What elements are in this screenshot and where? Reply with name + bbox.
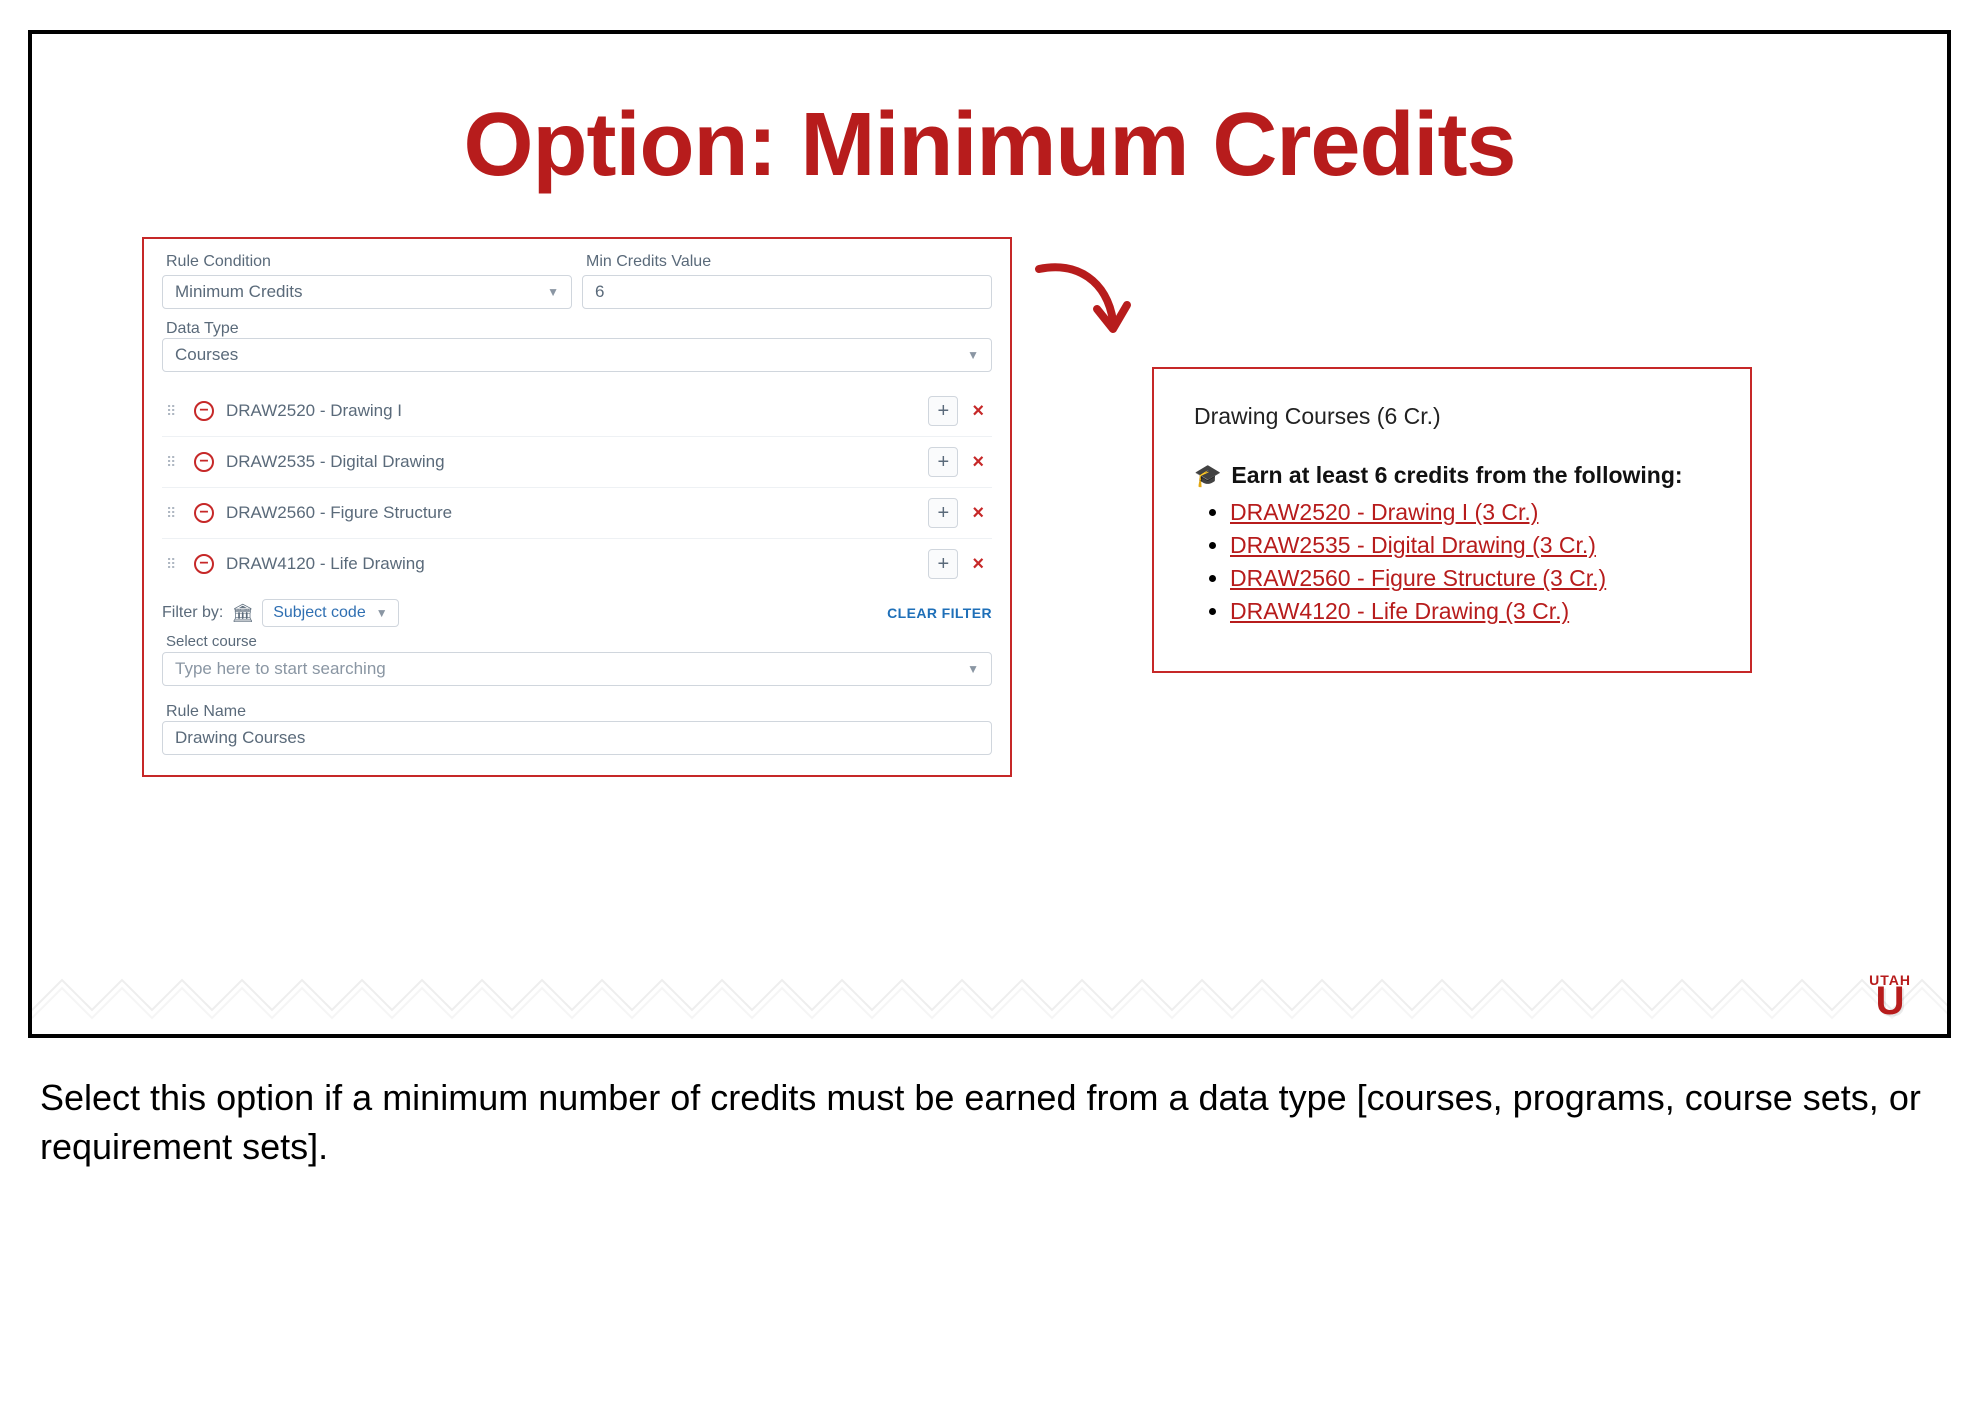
course-text: DRAW4120 - Life Drawing: [226, 554, 928, 574]
chevron-down-icon: ▼: [967, 662, 979, 676]
logo-text-u: U: [1869, 986, 1911, 1016]
course-link[interactable]: DRAW4120 - Life Drawing (3 Cr.): [1230, 598, 1569, 624]
course-row: ⠿ − DRAW2535 - Digital Drawing + ×: [162, 436, 992, 487]
rule-form-panel: Rule Condition Minimum Credits ▼ Min Cre…: [142, 237, 1012, 777]
list-item: DRAW2535 - Digital Drawing (3 Cr.): [1230, 532, 1716, 559]
list-item: DRAW2520 - Drawing I (3 Cr.): [1230, 499, 1716, 526]
slide-title: Option: Minimum Credits: [32, 94, 1947, 197]
course-search-input[interactable]: Type here to start searching ▼: [162, 652, 992, 686]
course-list: ⠿ − DRAW2520 - Drawing I + × ⠿ − DRAW253…: [162, 386, 992, 589]
delete-button[interactable]: ×: [968, 451, 988, 474]
arrow-icon: [1022, 237, 1142, 361]
data-type-select[interactable]: Courses ▼: [162, 338, 992, 372]
rule-condition-label: Rule Condition: [166, 253, 572, 271]
course-row: ⠿ − DRAW4120 - Life Drawing + ×: [162, 538, 992, 589]
list-item: DRAW4120 - Life Drawing (3 Cr.): [1230, 598, 1716, 625]
chevron-down-icon: ▼: [967, 348, 979, 362]
clear-filter-link[interactable]: CLEAR FILTER: [887, 605, 992, 621]
course-link[interactable]: DRAW2520 - Drawing I (3 Cr.): [1230, 499, 1538, 525]
delete-button[interactable]: ×: [968, 400, 988, 423]
remove-icon[interactable]: −: [194, 452, 214, 472]
zigzag-decoration: [32, 960, 1951, 1020]
select-course-label: Select course: [166, 633, 992, 650]
course-text: DRAW2520 - Drawing I: [226, 401, 928, 421]
slide-caption: Select this option if a minimum number o…: [40, 1074, 1939, 1171]
preview-course-list: DRAW2520 - Drawing I (3 Cr.) DRAW2535 - …: [1230, 499, 1716, 625]
rule-condition-value: Minimum Credits: [175, 282, 303, 302]
course-search-placeholder: Type here to start searching: [175, 659, 386, 679]
course-link[interactable]: DRAW2535 - Digital Drawing (3 Cr.): [1230, 532, 1596, 558]
data-type-value: Courses: [175, 345, 238, 365]
course-text: DRAW2560 - Figure Structure: [226, 503, 928, 523]
graduation-cap-icon: 🎓: [1194, 463, 1221, 489]
min-credits-label: Min Credits Value: [586, 253, 992, 271]
chevron-down-icon: ▼: [376, 606, 388, 620]
remove-icon[interactable]: −: [194, 554, 214, 574]
preview-panel: Drawing Courses (6 Cr.) 🎓 Earn at least …: [1152, 367, 1752, 673]
rule-condition-select[interactable]: Minimum Credits ▼: [162, 275, 572, 309]
add-button[interactable]: +: [928, 447, 958, 477]
institution-icon: 🏛: [231, 603, 254, 624]
drag-handle-icon[interactable]: ⠿: [166, 403, 184, 420]
add-button[interactable]: +: [928, 549, 958, 579]
course-row: ⠿ − DRAW2520 - Drawing I + ×: [162, 386, 992, 436]
delete-button[interactable]: ×: [968, 502, 988, 525]
rule-name-value: Drawing Courses: [175, 728, 305, 747]
min-credits-value: 6: [595, 282, 604, 301]
drag-handle-icon[interactable]: ⠿: [166, 556, 184, 573]
filter-by-label: Filter by:: [162, 604, 223, 622]
data-type-label: Data Type: [166, 320, 239, 337]
filter-type-value: Subject code: [273, 604, 366, 622]
remove-icon[interactable]: −: [194, 503, 214, 523]
slide: Option: Minimum Credits Rule Condition M…: [28, 30, 1951, 1038]
add-button[interactable]: +: [928, 396, 958, 426]
chevron-down-icon: ▼: [547, 285, 559, 299]
course-text: DRAW2535 - Digital Drawing: [226, 452, 928, 472]
content-row: Rule Condition Minimum Credits ▼ Min Cre…: [32, 237, 1947, 777]
preview-heading-text: Earn at least 6 credits from the followi…: [1231, 462, 1682, 489]
remove-icon[interactable]: −: [194, 401, 214, 421]
utah-logo: UTAH U: [1869, 972, 1911, 1016]
list-item: DRAW2560 - Figure Structure (3 Cr.): [1230, 565, 1716, 592]
drag-handle-icon[interactable]: ⠿: [166, 454, 184, 471]
filter-type-select[interactable]: Subject code ▼: [262, 599, 398, 627]
course-link[interactable]: DRAW2560 - Figure Structure (3 Cr.): [1230, 565, 1606, 591]
course-row: ⠿ − DRAW2560 - Figure Structure + ×: [162, 487, 992, 538]
delete-button[interactable]: ×: [968, 553, 988, 576]
add-button[interactable]: +: [928, 498, 958, 528]
min-credits-input[interactable]: 6: [582, 275, 992, 309]
preview-title: Drawing Courses (6 Cr.): [1194, 403, 1716, 430]
drag-handle-icon[interactable]: ⠿: [166, 505, 184, 522]
rule-name-input[interactable]: Drawing Courses: [162, 721, 992, 755]
rule-name-label: Rule Name: [166, 703, 246, 720]
